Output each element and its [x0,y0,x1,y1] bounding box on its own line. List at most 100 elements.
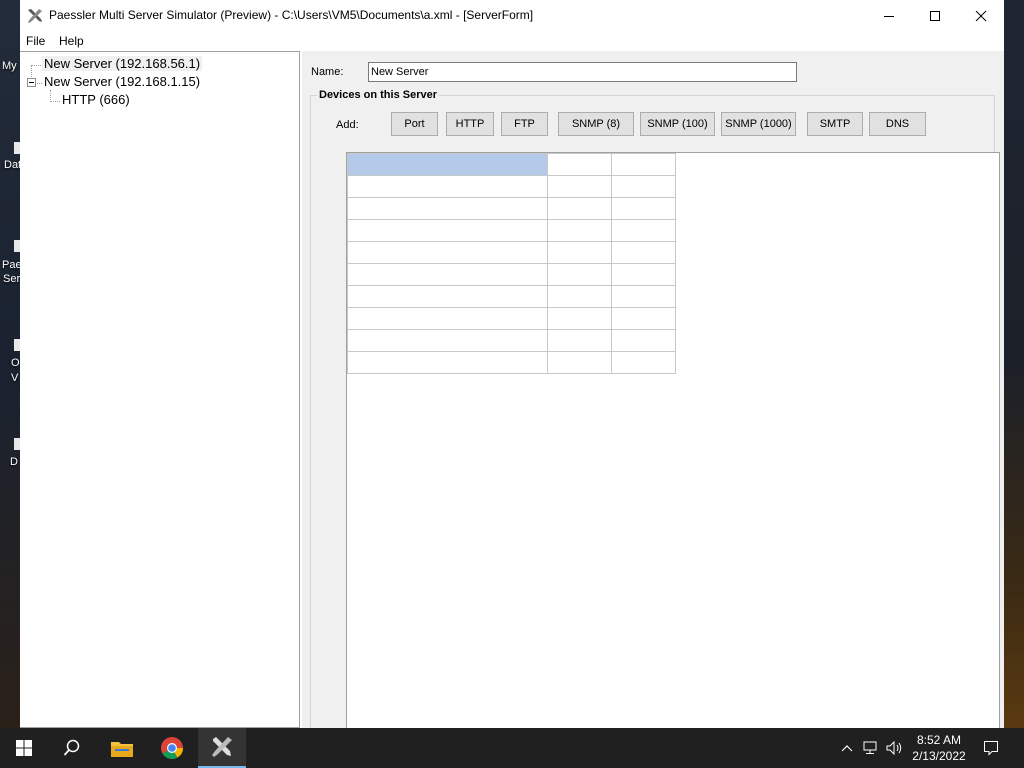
grid-cell[interactable] [547,307,612,330]
grid-cell[interactable] [347,241,548,264]
notifications-button[interactable] [978,728,1004,768]
devices-table [347,153,676,374]
add-smtp-button[interactable]: SMTP [807,112,863,136]
table-row [347,351,676,374]
table-row [347,307,676,330]
desktop-label[interactable]: Pae [2,259,22,271]
desktop-label[interactable]: V [11,372,18,384]
grid-cell[interactable] [347,153,548,176]
desktop-label[interactable]: Ser [3,273,20,285]
desktop-label[interactable]: My [2,60,17,72]
add-ftp-button[interactable]: FTP [501,112,548,136]
chrome-button[interactable] [148,728,196,768]
tree-node-http[interactable]: HTTP (666) [62,92,130,107]
table-row [347,219,676,242]
clock[interactable]: 8:52 AM 2/13/2022 [905,732,973,764]
grid-cell[interactable] [611,307,676,330]
grid-cell[interactable] [547,153,612,176]
table-row [347,285,676,308]
grid-cell[interactable] [347,285,548,308]
devices-group-title: Devices on this Server [317,89,440,101]
grid-cell[interactable] [347,307,548,330]
grid-cell[interactable] [611,285,676,308]
grid-cell[interactable] [611,351,676,374]
grid-cell[interactable] [347,263,548,286]
server-name-input[interactable] [368,62,797,82]
tree-collapse-icon[interactable] [27,78,36,87]
folder-icon [111,742,133,757]
simulator-taskbar-button[interactable] [198,728,246,768]
grid-cell[interactable] [611,197,676,220]
search-button[interactable] [48,728,96,768]
notification-icon [984,741,998,756]
add-label: Add: [336,119,359,131]
desktop-background-right [1004,0,1024,728]
grid-cell[interactable] [611,329,676,352]
close-button[interactable] [958,0,1004,31]
app-window: Paessler Multi Server Simulator (Preview… [20,0,1004,768]
grid-cell[interactable] [547,219,612,242]
add-snmp-8-button[interactable]: SNMP (8) [558,112,634,136]
grid-cell[interactable] [347,175,548,198]
menu-file[interactable]: File [26,34,45,48]
grid-cell[interactable] [547,351,612,374]
desktop-label[interactable]: Dat [4,159,21,171]
chrome-icon [161,737,183,759]
window-title: Paessler Multi Server Simulator (Preview… [49,8,534,22]
devices-grid[interactable] [346,152,1000,768]
table-row [347,175,676,198]
windows-logo-icon [16,740,32,756]
start-button[interactable] [0,728,48,768]
app-tools-icon [28,9,42,23]
minimize-button[interactable] [866,0,912,31]
grid-cell[interactable] [347,351,548,374]
search-icon [63,739,80,756]
grid-cell[interactable] [547,197,612,220]
grid-cell[interactable] [611,241,676,264]
file-explorer-button[interactable] [98,728,146,768]
tree-connector [50,101,60,102]
grid-cell[interactable] [611,263,676,286]
grid-cell[interactable] [547,263,612,286]
tree-node-server-1[interactable]: New Server (192.168.56.1) [42,56,203,71]
chevron-up-icon [841,745,853,752]
tree-connector [31,65,41,66]
grid-cell[interactable] [547,241,612,264]
add-port-button[interactable]: Port [391,112,438,136]
add-dns-button[interactable]: DNS [869,112,926,136]
volume-icon [886,741,902,755]
menu-bar: File Help [20,32,1004,51]
name-label: Name: [311,66,344,78]
minimize-icon [884,15,894,17]
table-row [347,197,676,220]
maximize-button[interactable] [912,0,958,31]
grid-cell[interactable] [547,329,612,352]
table-row [347,241,676,264]
maximize-icon [930,10,940,21]
add-http-button[interactable]: HTTP [446,112,494,136]
add-snmp-1000-button[interactable]: SNMP (1000) [721,112,796,136]
menu-help[interactable]: Help [59,34,84,48]
close-icon [975,10,987,21]
show-hidden-icons-button[interactable] [838,728,856,768]
grid-cell[interactable] [347,329,548,352]
title-bar[interactable]: Paessler Multi Server Simulator (Preview… [20,0,1004,32]
network-icon [863,741,877,754]
network-button[interactable] [860,728,882,768]
table-row [347,153,676,176]
grid-cell[interactable] [611,219,676,242]
table-row [347,263,676,286]
add-snmp-100-button[interactable]: SNMP (100) [640,112,715,136]
grid-cell[interactable] [347,197,548,220]
clock-date: 2/13/2022 [912,749,966,763]
server-tree[interactable]: New Server (192.168.56.1) New Server (19… [20,51,300,728]
desktop-label[interactable]: D [10,456,18,468]
grid-cell[interactable] [611,175,676,198]
grid-cell[interactable] [611,153,676,176]
grid-cell[interactable] [347,219,548,242]
volume-button[interactable] [884,728,906,768]
desktop-label[interactable]: O [11,357,20,369]
grid-cell[interactable] [547,175,612,198]
grid-cell[interactable] [547,285,612,308]
tree-node-server-2[interactable]: New Server (192.168.1.15) [44,74,200,89]
